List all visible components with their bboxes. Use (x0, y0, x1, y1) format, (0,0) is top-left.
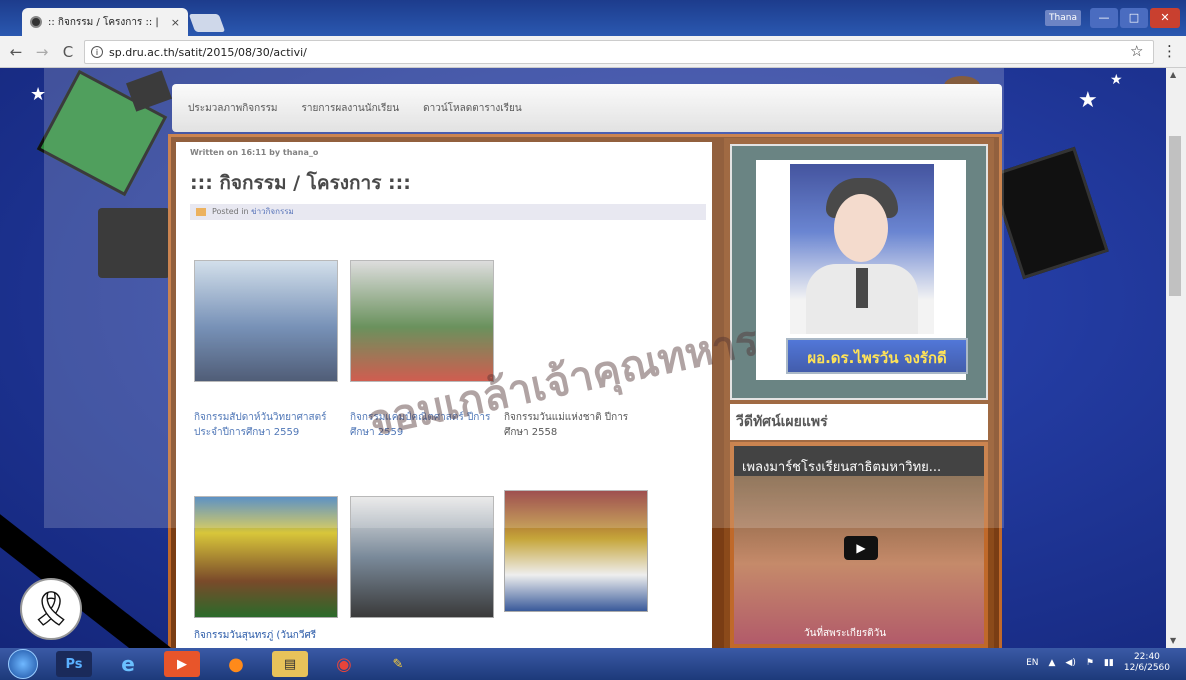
firefox-taskbar-icon[interactable]: ● (218, 651, 254, 677)
gallery-photo[interactable] (504, 260, 648, 382)
reload-icon[interactable]: C (60, 43, 76, 61)
video-section-title: วีดีทัศน์เผยแพร่ (730, 404, 988, 440)
maximize-button[interactable]: □ (1120, 8, 1148, 28)
director-photo (790, 164, 934, 334)
start-button[interactable] (8, 649, 38, 679)
bookmark-star-icon[interactable]: ☆ (1130, 42, 1143, 60)
clock[interactable]: 22:40 12/6/2560 (1124, 652, 1170, 674)
address-bar[interactable]: i sp.dru.ac.th/satit/2015/08/30/activi/ (84, 40, 1154, 64)
flag-icon[interactable]: ⚑ (1086, 658, 1094, 668)
video-thumbnail[interactable] (734, 476, 984, 644)
post-meta: Written on 16:11 by thana_o (190, 148, 319, 157)
category-link[interactable]: ข่าวกิจกรรม (251, 207, 294, 216)
director-portrait: ผอ.ดร.ไพรวัน จงรักดี (730, 144, 988, 400)
back-arrow-icon[interactable]: ← (8, 43, 24, 61)
video-caption: วันที่สพระเกียรติวัน (804, 628, 887, 639)
main-content: Written on 16:11 by thana_o ::: กิจกรรม … (176, 142, 712, 648)
volume-icon[interactable]: ◀) (1065, 658, 1075, 668)
profile-badge[interactable]: Thana (1045, 10, 1081, 26)
ie-taskbar-icon[interactable]: e (110, 651, 146, 677)
laptop-decoration (989, 146, 1109, 280)
page-scrollbar[interactable]: ▲ ▼ (1166, 68, 1186, 648)
gallery-caption[interactable]: กิจกรรมวันแม่แห่งชาติ ปีการศึกษา 2558 (504, 410, 650, 440)
url-text: sp.dru.ac.th/satit/2015/08/30/activi/ (109, 45, 307, 59)
windows-taskbar: Ps e ▶ ● ▤ ◉ ✎ EN ▲ ◀) ⚑ ▮▮ 22:40 12/6/2… (0, 648, 1186, 680)
stars-decoration-right2: ★ (1110, 72, 1123, 88)
gallery-photo[interactable] (194, 260, 338, 382)
photoshop-taskbar-icon[interactable]: Ps (56, 651, 92, 677)
gallery-item[interactable] (504, 490, 650, 612)
gallery-item[interactable]: กิจกรรมวันแม่แห่งชาติ ปีการศึกษา 2558 (504, 260, 650, 440)
nav-item-download[interactable]: ดาวน์โหลดตารางเรียน (423, 101, 522, 116)
explorer-taskbar-icon[interactable]: ▤ (272, 651, 308, 677)
tray-arrow-icon[interactable]: ▲ (1049, 658, 1056, 668)
gallery-item[interactable]: กิจกรรมสัปดาห์วันวิทยาศาสตร์ ประจำปีการศ… (194, 260, 340, 440)
info-icon[interactable]: i (91, 46, 103, 58)
new-tab-button[interactable] (188, 14, 226, 32)
gallery-photo[interactable] (350, 260, 494, 382)
sidebar: ผอ.ดร.ไพรวัน จงรักดี วีดีทัศน์เผยแพร่ เพ… (724, 138, 994, 648)
gallery-photo[interactable] (194, 496, 338, 618)
gallery-item[interactable]: กิจกรรมวันสุนทรภู่ (วันกวีศรี (194, 496, 340, 643)
video-embed[interactable]: เพลงมาร์ชโรงเรียนสาธิตมหาวิทย... ▶ วันที… (730, 442, 988, 648)
system-tray: EN ▲ ◀) ⚑ ▮▮ 22:40 12/6/2560 (1026, 652, 1170, 674)
stars-decoration-right: ★ (1078, 88, 1098, 113)
gallery-photo[interactable] (350, 496, 494, 618)
scroll-down-icon[interactable]: ▼ (1170, 636, 1176, 645)
scroll-up-icon[interactable]: ▲ (1170, 70, 1176, 79)
close-window-button[interactable]: ✕ (1150, 8, 1180, 28)
nav-item-gallery[interactable]: ประมวลภาพกิจกรรม (188, 101, 278, 116)
posted-label: Posted in (212, 207, 249, 216)
mourning-ribbon-icon: 🎗 (20, 578, 82, 640)
browser-tab[interactable]: :: กิจกรรม / โครงการ :: | × (22, 8, 188, 36)
play-button[interactable]: ▶ (844, 536, 878, 560)
nav-item-works[interactable]: รายการผลงานนักเรียน (302, 101, 400, 116)
scroll-thumb[interactable] (1169, 136, 1181, 296)
folder-icon (196, 208, 206, 216)
video-title[interactable]: เพลงมาร์ชโรงเรียนสาธิตมหาวิทย... (742, 456, 941, 477)
gallery-caption[interactable]: กิจกรรมสัปดาห์วันวิทยาศาสตร์ ประจำปีการศ… (194, 410, 340, 440)
forward-arrow-icon[interactable]: → (34, 43, 50, 61)
posted-bar: Posted in ข่าวกิจกรรม (190, 204, 706, 220)
clock-date: 12/6/2560 (1123, 663, 1170, 673)
tab-title: :: กิจกรรม / โครงการ :: | (48, 16, 159, 28)
media-player-taskbar-icon[interactable]: ▶ (164, 651, 200, 677)
language-indicator[interactable]: EN (1026, 658, 1038, 668)
gallery-item[interactable] (350, 496, 496, 618)
tablet-decoration (98, 208, 170, 278)
clock-time: 22:40 (1133, 652, 1160, 662)
tie-shape (856, 268, 868, 308)
paint-taskbar-icon[interactable]: ✎ (380, 651, 416, 677)
network-icon[interactable]: ▮▮ (1104, 658, 1114, 668)
gallery-item[interactable]: กิจกรรมแคมป์คณิตศาสตร์ ปีการศึกษา 2559 (350, 260, 496, 440)
face-shape (834, 194, 888, 262)
page-title: ::: กิจกรรม / โครงการ ::: (190, 172, 411, 194)
gallery-caption[interactable]: กิจกรรมวันสุนทรภู่ (วันกวีศรี (194, 628, 340, 643)
favicon-icon (30, 16, 42, 28)
gallery-caption[interactable]: กิจกรรมแคมป์คณิตศาสตร์ ปีการศึกษา 2559 (350, 410, 496, 440)
gallery-photo[interactable] (504, 490, 648, 612)
director-nameplate: ผอ.ดร.ไพรวัน จงรักดี (786, 338, 968, 374)
menu-icon[interactable]: ⋮ (1162, 42, 1177, 60)
site-nav: ประมวลภาพกิจกรรม รายการผลงานนักเรียน ดาว… (172, 84, 1002, 132)
chrome-taskbar-icon[interactable]: ◉ (326, 651, 362, 677)
portrait-frame: ผอ.ดร.ไพรวัน จงรักดี (756, 160, 968, 380)
tab-close-icon[interactable]: × (171, 16, 180, 29)
page-viewport: ★ ★ ★ ประมวลภาพกิจกรรม รายการผลงานนักเรี… (0, 68, 1166, 648)
minimize-button[interactable]: — (1090, 8, 1118, 28)
stars-decoration: ★ (30, 84, 47, 105)
